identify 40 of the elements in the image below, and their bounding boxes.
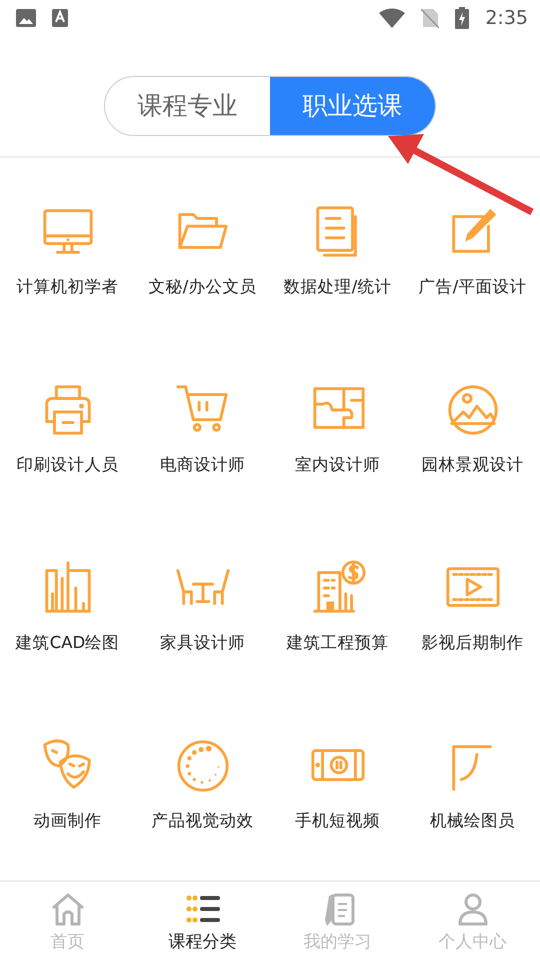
category-label: 园林景观设计 — [422, 454, 524, 476]
category-label: 数据处理/统计 — [284, 276, 392, 298]
category-label: 手机短视频 — [295, 810, 380, 832]
font-icon — [52, 9, 68, 27]
category-label: 广告/平面设计 — [418, 276, 526, 298]
clock-time: 2:35 — [485, 6, 528, 31]
category-item[interactable]: 电商设计师 — [135, 336, 270, 514]
category-label: 电商设计师 — [160, 454, 245, 476]
category-item[interactable]: 园林景观设计 — [405, 336, 540, 514]
category-tab[interactable]: 职业选课 — [270, 77, 435, 135]
image-icon — [16, 9, 36, 27]
category-item[interactable]: 影视后期制作 — [405, 514, 540, 692]
category-item[interactable]: 广告/平面设计 — [405, 158, 540, 336]
category-label: 建筑CAD绘图 — [16, 632, 120, 654]
category-item[interactable]: 家具设计师 — [135, 514, 270, 692]
battery-charging-icon — [455, 7, 470, 29]
category-label: 影视后期制作 — [422, 632, 524, 654]
nav-tab[interactable]: 课程分类 — [135, 882, 270, 960]
category-label: 文秘/办公文员 — [148, 276, 256, 298]
category-label: 室内设计师 — [295, 454, 380, 476]
category-item[interactable]: 机械绘图员 — [405, 692, 540, 870]
category-label: 家具设计师 — [160, 632, 245, 654]
category-item[interactable]: 建筑CAD绘图 — [0, 514, 135, 692]
category-label: 计算机初学者 — [16, 276, 118, 298]
category-label: 建筑工程预算 — [286, 632, 388, 654]
category-item[interactable]: 产品视觉动效 — [135, 692, 270, 870]
category-item[interactable]: 室内设计师 — [270, 336, 405, 514]
category-item[interactable]: 建筑工程预算 — [270, 514, 405, 692]
category-item[interactable]: 动画制作 — [0, 692, 135, 870]
category-label: 产品视觉动效 — [152, 810, 254, 832]
category-label: 动画制作 — [34, 810, 102, 832]
no-sim-icon — [421, 7, 440, 29]
wifi-icon — [379, 8, 406, 28]
category-label: 印刷设计人员 — [16, 454, 118, 476]
category-item[interactable]: 数据处理/统计 — [270, 158, 405, 336]
category-item[interactable]: 计算机初学者 — [0, 158, 135, 336]
category-item[interactable]: 文秘/办公文员 — [135, 158, 270, 336]
category-item[interactable]: 手机短视频 — [270, 692, 405, 870]
category-item[interactable]: 印刷设计人员 — [0, 336, 135, 514]
category-label: 机械绘图员 — [430, 810, 515, 832]
